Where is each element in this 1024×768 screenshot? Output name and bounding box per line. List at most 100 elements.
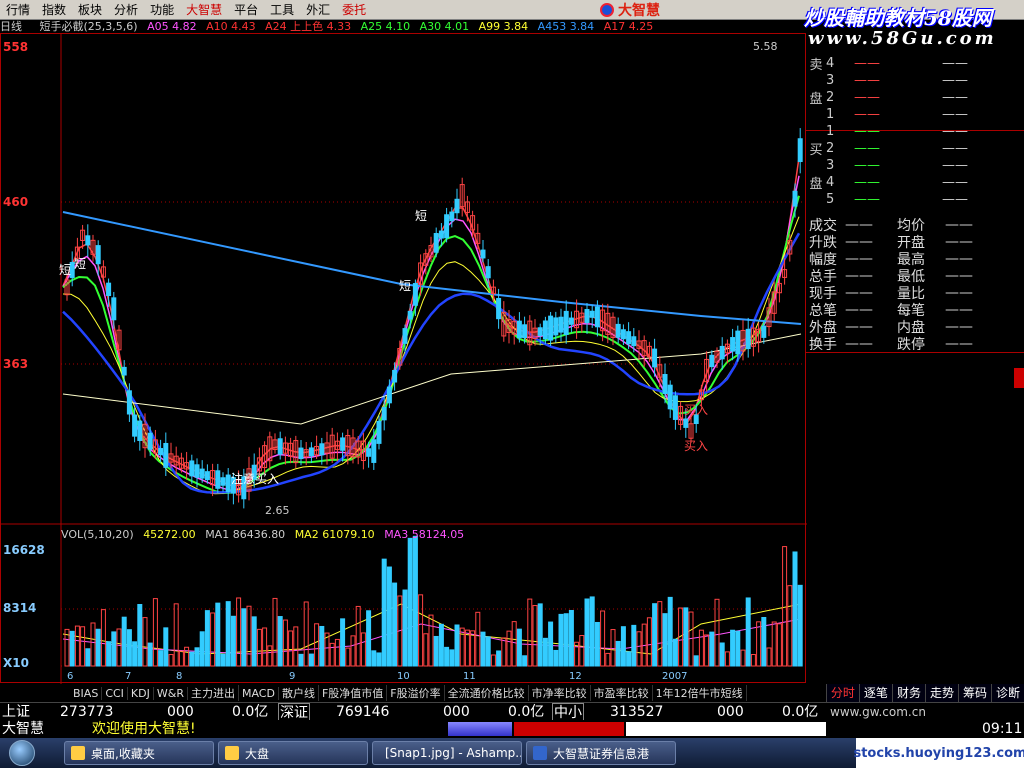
tab-wr[interactable]: W&R xyxy=(154,686,188,700)
tab-finance[interactable]: 财务 xyxy=(891,684,925,702)
site-url[interactable]: www.gw.com.cn xyxy=(830,703,926,721)
x-tick: 7 xyxy=(125,671,132,682)
volume-legend: VOL(5,10,20) 45272.00 MA1 86436.80 MA2 6… xyxy=(61,528,464,541)
buy-tag: 买入 xyxy=(684,439,709,453)
quote-value: —— xyxy=(945,216,973,233)
menu-index[interactable]: 指数 xyxy=(36,0,72,20)
menu-tools[interactable]: 工具 xyxy=(264,0,300,20)
indicator-7: A453 3.84 xyxy=(537,20,595,33)
ob-volume: —— xyxy=(942,90,968,105)
taskbar-item-snap[interactable]: [Snap1.jpg] - Ashamp... xyxy=(372,741,522,765)
indicator-4: A25 4.10 xyxy=(360,20,411,33)
ob-level: 5 xyxy=(826,192,835,207)
quote-row: 总手 —— 最低 —— xyxy=(806,267,1024,285)
quote-value: —— xyxy=(845,233,873,250)
short-tag: 短 xyxy=(415,209,428,223)
period-label[interactable]: 日线 xyxy=(0,20,22,33)
candlestick-chart[interactable] xyxy=(1,34,807,684)
folder-icon xyxy=(225,746,239,760)
tab-diagnose[interactable]: 诊断 xyxy=(990,684,1024,702)
chart-area[interactable]: 558 460 363 16628 8314 X10 VOL(5,10,20) … xyxy=(0,33,807,684)
tab-retail-line[interactable]: 散户线 xyxy=(279,685,319,701)
ob-price: —— xyxy=(854,107,880,122)
quote-row: 升跌 —— 开盘 —— xyxy=(806,233,1024,251)
right-tabs: 分时 逐笔 财务 走势 筹码 诊断 xyxy=(825,684,1024,702)
low-price-label: 2.65 xyxy=(265,504,290,517)
quote-value: —— xyxy=(845,216,873,233)
indicator-3: A24 上上色 4.33 xyxy=(265,20,352,33)
quote-value: —— xyxy=(845,301,873,318)
sme-index-change: 000 xyxy=(717,704,744,720)
start-button[interactable] xyxy=(0,738,44,768)
index-bar: 上证 273773 000 0.0亿 深证 769146 000 0.0亿 中小… xyxy=(0,702,1024,723)
tab-macd[interactable]: MACD xyxy=(239,686,279,700)
windows-taskbar: 桌面,收藏夹 大盘 [Snap1.jpg] - Ashamp... 大智慧证券信… xyxy=(0,738,1024,768)
sh-index-label[interactable]: 上证 xyxy=(2,703,30,721)
sz-index-change: 000 xyxy=(443,704,470,720)
quote-row: 外盘 —— 内盘 —— xyxy=(806,318,1024,336)
short-tag: 短 xyxy=(399,279,412,293)
menu-analysis[interactable]: 分析 xyxy=(108,0,144,20)
status-bar: 大智慧 欢迎使用大智慧! 09:11 xyxy=(0,720,1024,738)
tab-pe-compare[interactable]: 市盈率比较 xyxy=(591,685,653,701)
quote-row: 成交 —— 均价 —— xyxy=(806,216,1024,234)
vol-axis-mid: 8314 xyxy=(3,601,37,615)
ob-buy-row: 3 —— —— xyxy=(806,157,1024,174)
taskbar-label: 桌面,收藏夹 xyxy=(91,746,155,761)
ob-level: 2 xyxy=(826,90,835,105)
menu-function[interactable]: 功能 xyxy=(144,0,180,20)
ob-price: —— xyxy=(854,158,880,173)
menu-quotes[interactable]: 行情 xyxy=(0,0,36,20)
quote-row: 现手 —— 量比 —— xyxy=(806,284,1024,302)
indicator-bar: 日线 短手必截(25,3,5,6) A05 4.82 A10 4.43 A24 … xyxy=(0,20,805,33)
ob-volume: —— xyxy=(942,124,968,139)
menu-forex[interactable]: 外汇 xyxy=(300,0,336,20)
tab-trend[interactable]: 走势 xyxy=(924,684,958,702)
buy-notice-label: 注意买入 xyxy=(231,472,280,486)
taskbar-item-dazhihui[interactable]: 大智慧证券信息港 xyxy=(526,741,676,765)
quote-row: 幅度 —— 最高 —— xyxy=(806,250,1024,268)
ob-buy-row: 1 —— —— xyxy=(806,123,1024,140)
tab-cci[interactable]: CCI xyxy=(102,686,128,700)
quote-value: —— xyxy=(945,335,973,352)
menu-trade[interactable]: 委托 xyxy=(336,0,372,20)
ob-buy-row: 买 2 —— —— xyxy=(806,140,1024,158)
tab-main-force[interactable]: 主力进出 xyxy=(188,685,239,701)
menu-bar: 行情 指数 板块 分析 功能 大智慧 平台 工具 外汇 委托 大智慧 炒股輔助教… xyxy=(0,0,1024,30)
tab-kdj[interactable]: KDJ xyxy=(128,686,154,700)
menu-sector[interactable]: 板块 xyxy=(72,0,108,20)
ob-price: —— xyxy=(854,73,880,88)
ob-price: —— xyxy=(854,192,880,207)
tab-bias[interactable]: BIAS xyxy=(70,686,103,700)
tab-float-compare[interactable]: 全流通价格比较 xyxy=(445,685,529,701)
quote-value: —— xyxy=(945,267,973,284)
ob-price: —— xyxy=(854,124,880,139)
scroll-marker[interactable] xyxy=(1014,368,1024,388)
tab-tick[interactable]: 逐笔 xyxy=(858,684,892,702)
taskbar-label: [Snap1.jpg] - Ashamp... xyxy=(385,746,522,760)
taskbar-label: 大盘 xyxy=(245,746,270,761)
taskbar-item-desktop[interactable]: 桌面,收藏夹 xyxy=(64,741,214,765)
sz-index-value: 769146 xyxy=(336,704,390,720)
sell-label: 卖 xyxy=(809,58,823,73)
x-tick: 6 xyxy=(67,671,74,682)
indicator-tabs: BIAS CCI KDJ W&R 主力进出 MACD 散户线 F股净值市值 F股… xyxy=(0,684,1024,702)
tab-bull-short[interactable]: 1年12倍牛市短线 xyxy=(653,685,747,701)
menu-dazhihui[interactable]: 大智慧 xyxy=(180,0,228,20)
tab-f-nav[interactable]: F股净值市值 xyxy=(319,685,388,701)
vol-legend-1: 45272.00 xyxy=(143,528,196,541)
sme-index-value: 313527 xyxy=(610,704,664,720)
quote-value: —— xyxy=(845,250,873,267)
tab-chips[interactable]: 筹码 xyxy=(957,684,991,702)
ob-sell-row: 卖 4 —— —— xyxy=(806,55,1024,73)
vol-legend-0: VOL(5,10,20) xyxy=(61,528,134,541)
tab-intraday[interactable]: 分时 xyxy=(825,684,859,702)
ob-buy-row: 盘 4 —— —— xyxy=(806,174,1024,192)
taskbar-item-market[interactable]: 大盘 xyxy=(218,741,368,765)
tab-pb-compare[interactable]: 市净率比较 xyxy=(529,685,591,701)
quote-value: —— xyxy=(945,301,973,318)
tab-f-premium[interactable]: F股溢价率 xyxy=(387,685,445,701)
menu-platform[interactable]: 平台 xyxy=(228,0,264,20)
x-tick: 12 xyxy=(569,671,582,682)
progress-bar-blue xyxy=(448,722,512,736)
